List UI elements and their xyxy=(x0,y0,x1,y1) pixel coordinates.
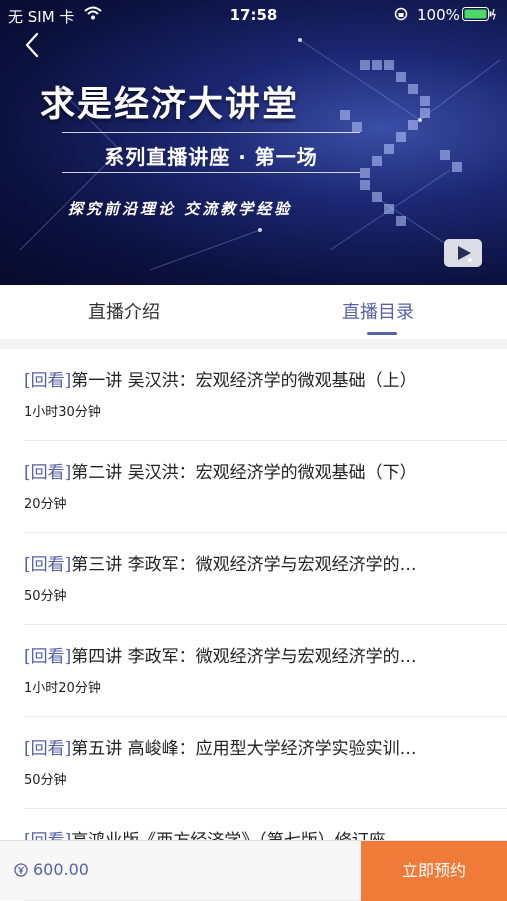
tab-intro[interactable]: 直播介绍 xyxy=(88,298,160,324)
bottom-bar: 600.00 立即预约 xyxy=(0,840,507,901)
banner-tagline: 探究前沿理论 交流教学经验 xyxy=(68,200,293,218)
lecture-item[interactable]: [回看]第三讲 李政军：微观经济学与宏观经济学的… 50分钟 xyxy=(24,533,507,625)
lecture-duration: 1小时20分钟 xyxy=(24,681,101,696)
orientation-lock-icon xyxy=(394,7,408,21)
lecture-duration: 50分钟 xyxy=(24,773,67,788)
lecture-name: 第五讲 高峻峰：应用型大学经济学实验实训… xyxy=(71,739,417,759)
lecture-item[interactable]: [回看]第二讲 吴汉洪：宏观经济学的微观基础（下） 20分钟 xyxy=(24,441,507,533)
lecture-name: 第四讲 李政军：微观经济学与宏观经济学的… xyxy=(71,647,417,667)
lecture-name: 第一讲 吴汉洪：宏观经济学的微观基础（上） xyxy=(71,371,417,391)
replay-tag: [回看] xyxy=(24,739,72,759)
lecture-list: [回看]第一讲 吴汉洪：宏观经济学的微观基础（上） 1小时30分钟 [回看]第二… xyxy=(0,349,507,901)
reserve-now-button[interactable]: 立即预约 xyxy=(361,841,507,901)
tab-catalog[interactable]: 直播目录 xyxy=(342,298,414,324)
lecture-item[interactable]: [回看]第五讲 高峻峰：应用型大学经济学实验实训… 50分钟 xyxy=(24,717,507,809)
active-tab-indicator xyxy=(367,332,397,335)
lecture-duration: 1小时30分钟 xyxy=(24,405,101,420)
course-banner: 无 SIM 卡 17:58 100% 求是经济大讲堂 系列直播讲座 · 第一场 … xyxy=(0,0,507,285)
lecture-title: [回看]第二讲 吴汉洪：宏观经济学的微观基础（下） xyxy=(24,458,499,483)
price: 600.00 xyxy=(33,860,89,879)
battery-icon xyxy=(462,7,496,21)
lecture-item[interactable]: [回看]第四讲 李政军：微观经济学与宏观经济学的… 1小时20分钟 xyxy=(24,625,507,717)
battery-percent: 100% xyxy=(417,6,460,24)
replay-tag: [回看] xyxy=(24,463,72,483)
coin-icon xyxy=(14,863,28,877)
lecture-name: 第二讲 吴汉洪：宏观经济学的微观基础（下） xyxy=(71,463,417,483)
status-bar: 无 SIM 卡 17:58 100% xyxy=(0,0,507,30)
replay-tag: [回看] xyxy=(24,371,72,391)
tab-bar: 直播介绍 直播目录 xyxy=(0,285,507,337)
lecture-duration: 20分钟 xyxy=(24,497,67,512)
banner-divider-top xyxy=(62,132,360,133)
lecture-title: [回看]第四讲 李政军：微观经济学与宏观经济学的… xyxy=(24,642,499,667)
lecture-duration: 50分钟 xyxy=(24,589,67,604)
lecture-item[interactable]: [回看]第一讲 吴汉洪：宏观经济学的微观基础（上） 1小时30分钟 xyxy=(24,349,507,441)
banner-title: 求是经济大讲堂 xyxy=(40,84,300,125)
play-video-button[interactable] xyxy=(443,238,483,268)
banner-divider-bottom xyxy=(62,172,360,173)
section-divider xyxy=(0,339,507,349)
banner-subtitle: 系列直播讲座 · 第一场 xyxy=(104,145,318,169)
lecture-title: [回看]第五讲 高峻峰：应用型大学经济学实验实训… xyxy=(24,734,499,759)
lecture-title: [回看]第一讲 吴汉洪：宏观经济学的微观基础（上） xyxy=(24,366,499,391)
replay-tag: [回看] xyxy=(24,647,72,667)
back-button[interactable] xyxy=(18,30,48,60)
lecture-title: [回看]第三讲 李政军：微观经济学与宏观经济学的… xyxy=(24,550,499,575)
lecture-name: 第三讲 李政军：微观经济学与宏观经济学的… xyxy=(71,555,417,575)
replay-tag: [回看] xyxy=(24,555,72,575)
